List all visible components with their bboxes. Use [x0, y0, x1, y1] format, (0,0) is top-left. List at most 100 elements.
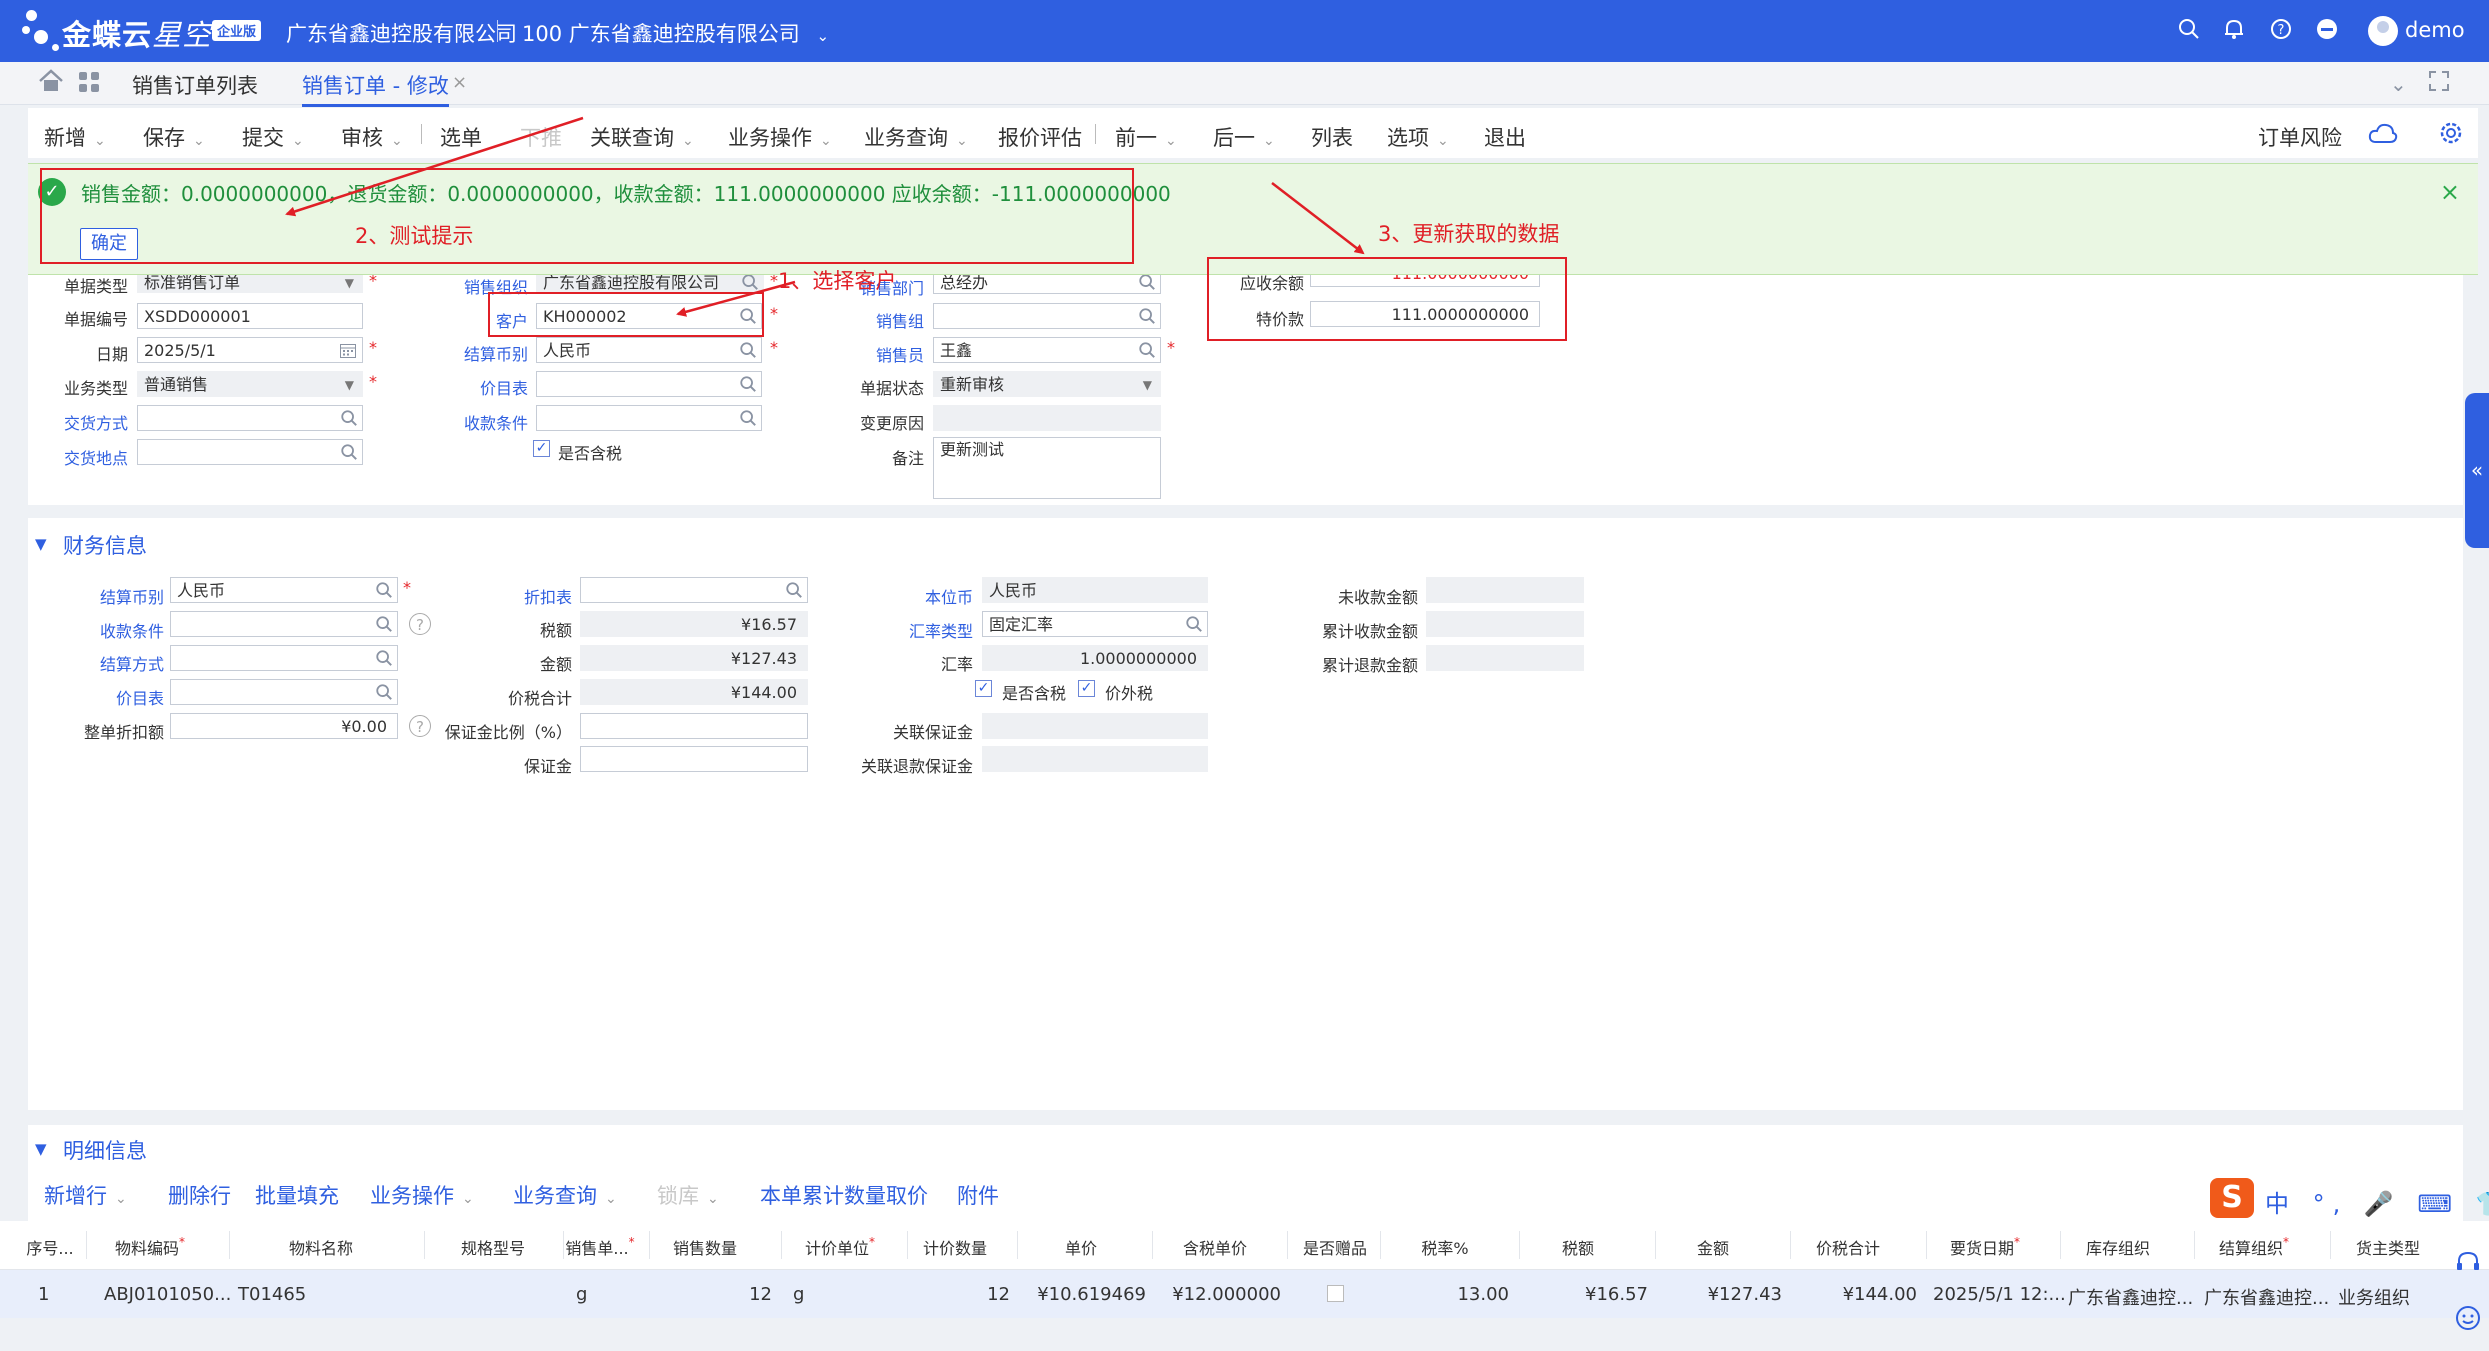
payment-terms-label[interactable]: 收款条件 [428, 410, 528, 434]
rate-type-input[interactable]: 固定汇率 [982, 611, 1208, 637]
toolbar-quote-evaluate[interactable]: 报价评估 [998, 122, 1082, 152]
change-reason-input[interactable] [933, 405, 1161, 431]
cell-stock-org[interactable]: 广东省鑫迪控... [2068, 1284, 2193, 1310]
search-icon[interactable] [739, 409, 757, 427]
delivery-place-label[interactable]: 交货地点 [28, 445, 128, 469]
cell-material-name[interactable]: T01465 [238, 1284, 306, 1305]
cell-tax[interactable]: ¥16.57 [1520, 1284, 1648, 1305]
detail-lock-stock[interactable]: 锁库 ⌄ [657, 1180, 719, 1210]
settle-currency-input[interactable]: 人民币 [536, 337, 762, 363]
collapse-caret-icon[interactable]: ▼ [35, 535, 47, 553]
fin-settle-method-input[interactable] [170, 645, 398, 671]
cell-total[interactable]: ¥144.00 [1791, 1284, 1917, 1305]
rate-field[interactable]: 1.0000000000 [982, 645, 1208, 671]
cell-price-unit[interactable]: g [793, 1284, 804, 1305]
col-settle-org[interactable]: 结算组织* [2204, 1235, 2304, 1259]
base-currency-field[interactable]: 人民币 [982, 577, 1208, 603]
tab-sales-order-edit[interactable]: 销售订单 - 修改 [302, 70, 449, 107]
toolbar-new[interactable]: 新增 ⌄ [44, 122, 106, 152]
toolbar-exit[interactable]: 退出 [1484, 122, 1526, 152]
detail-accumulated-price[interactable]: 本单累计数量取价 [760, 1180, 928, 1210]
deposit-input[interactable] [580, 746, 808, 772]
help-icon[interactable]: ? [409, 613, 431, 635]
col-price-qty[interactable]: 计价数量 [915, 1235, 995, 1259]
toolbar-push-down[interactable]: 下推 [520, 122, 562, 152]
col-seq[interactable]: 序号... [26, 1235, 74, 1259]
cloud-icon[interactable] [2368, 122, 2398, 148]
discount-table-input[interactable] [580, 577, 808, 603]
home-icon[interactable] [38, 69, 64, 97]
cell-tax-rate[interactable]: 13.00 [1381, 1284, 1509, 1305]
search-icon[interactable] [340, 443, 358, 461]
cell-sale-qty[interactable]: 12 [650, 1284, 772, 1305]
search-icon[interactable] [375, 581, 393, 599]
col-price-unit[interactable]: 计价单位* [790, 1235, 890, 1259]
bell-icon[interactable] [2223, 18, 2245, 46]
bill-status-select[interactable]: 重新审核 ▼ [933, 371, 1161, 397]
search-icon[interactable] [375, 615, 393, 633]
help-icon[interactable]: ? [409, 715, 431, 737]
detail-attachment[interactable]: 附件 [957, 1180, 999, 1210]
cell-price[interactable]: ¥10.619469 [1018, 1284, 1146, 1305]
toolbar-order-risk[interactable]: 订单风险 [2258, 122, 2342, 152]
payment-terms-input[interactable] [536, 405, 762, 431]
col-material-name[interactable]: 物料名称 [266, 1235, 376, 1259]
toolbar-next[interactable]: 后一 ⌄ [1213, 122, 1275, 152]
close-icon[interactable]: × [452, 72, 467, 93]
sale-group-input[interactable] [933, 303, 1161, 329]
fin-settle-method-label[interactable]: 结算方式 [54, 651, 164, 675]
col-delivery-date[interactable]: 要货日期* [1935, 1235, 2035, 1259]
ime-logo-icon[interactable]: S [2210, 1178, 2254, 1218]
linked-refund-deposit-field[interactable] [982, 746, 1208, 772]
col-sale-qty[interactable]: 销售数量 [660, 1235, 750, 1259]
delivery-method-input[interactable] [137, 405, 363, 431]
fin-payment-terms-input[interactable] [170, 611, 398, 637]
col-owner-type[interactable]: 货主类型 [2338, 1235, 2438, 1259]
cell-sale-unit[interactable]: g [576, 1284, 587, 1305]
settle-currency-label[interactable]: 结算币别 [428, 341, 528, 365]
price-list-label[interactable]: 价目表 [428, 375, 528, 399]
ime-controls[interactable]: 中 °, 🎤 ⌨ 👕 ▦ [2265, 1184, 2489, 1219]
bill-no-input[interactable]: XSDD000001 [137, 303, 363, 329]
close-icon[interactable]: × [2440, 178, 2460, 206]
cell-tax-price[interactable]: ¥12.000000 [1153, 1284, 1281, 1305]
date-input[interactable]: 2025/5/1 [137, 337, 363, 363]
toolbar-audit[interactable]: 审核 ⌄ [341, 122, 403, 152]
biz-type-select[interactable]: 普通销售 ▼ [137, 371, 363, 397]
deposit-ratio-input[interactable] [580, 713, 808, 739]
linked-deposit-field[interactable] [982, 713, 1208, 739]
cell-delivery-date[interactable]: 2025/5/1 12:... [1933, 1284, 2066, 1305]
search-icon[interactable] [1138, 307, 1156, 325]
headset-icon[interactable] [2455, 1250, 2481, 1278]
cell-seq[interactable]: 1 [38, 1284, 49, 1305]
fin-total-field[interactable]: ¥144.00 [580, 679, 808, 705]
chevron-down-icon[interactable]: ⌄ [2390, 72, 2407, 96]
toolbar-biz-query[interactable]: 业务查询 ⌄ [864, 122, 968, 152]
tab-sales-order-list[interactable]: 销售订单列表 [132, 70, 258, 100]
detail-batch-fill[interactable]: 批量填充 [255, 1180, 339, 1210]
tax-included-checkbox[interactable]: ✓ [533, 440, 550, 457]
cell-owner-type[interactable]: 业务组织 [2338, 1284, 2410, 1310]
cell-settle-org[interactable]: 广东省鑫迪控... [2204, 1284, 2329, 1310]
toolbar-save[interactable]: 保存 ⌄ [143, 122, 205, 152]
delivery-place-input[interactable] [137, 439, 363, 465]
delivery-method-label[interactable]: 交货方式 [28, 410, 128, 434]
search-icon[interactable] [340, 409, 358, 427]
fin-settle-currency-input[interactable]: 人民币 [170, 577, 398, 603]
cell-is-gift-checkbox[interactable] [1327, 1285, 1344, 1302]
col-is-gift[interactable]: 是否赠品 [1295, 1235, 1375, 1259]
toolbar-related-query[interactable]: 关联查询 ⌄ [590, 122, 694, 152]
detail-biz-operation[interactable]: 业务操作 ⌄ [370, 1180, 474, 1210]
col-stock-org[interactable]: 库存组织 [2068, 1235, 2168, 1259]
col-spec[interactable]: 规格型号 [443, 1235, 543, 1259]
col-tax-rate[interactable]: 税率% [1400, 1235, 1490, 1259]
search-icon[interactable] [785, 581, 803, 599]
fin-price-list-input[interactable] [170, 679, 398, 705]
rate-type-label[interactable]: 汇率类型 [855, 618, 973, 642]
fin-amount-field[interactable]: ¥127.43 [580, 645, 808, 671]
avatar[interactable] [2368, 16, 2398, 46]
chat-smile-icon[interactable] [2455, 1305, 2481, 1335]
search-icon[interactable] [2178, 18, 2200, 46]
base-currency-label[interactable]: 本位币 [855, 584, 973, 608]
tax-excluded-checkbox[interactable]: ✓ [1078, 680, 1095, 697]
